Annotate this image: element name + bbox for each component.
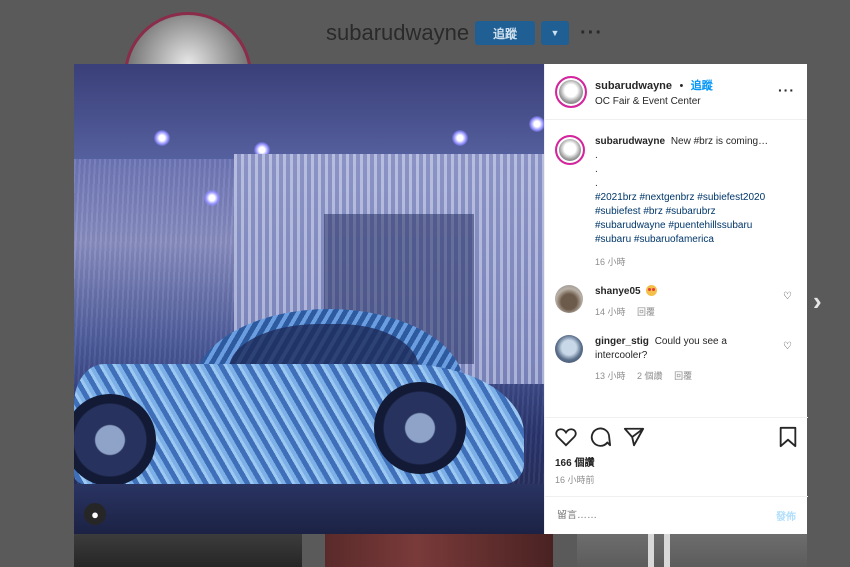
comment-username[interactable]: shanye05 bbox=[595, 286, 641, 297]
hashtag-line[interactable]: #subaru #subaruofamerica bbox=[595, 233, 768, 247]
post-caption: subarudwayne New #brz is coming… . . . #… bbox=[555, 135, 798, 269]
post-location[interactable]: OC Fair & Event Center bbox=[595, 96, 713, 107]
more-horizontal-icon[interactable]: ··· bbox=[580, 22, 603, 45]
avatar[interactable] bbox=[555, 285, 583, 313]
reply-button[interactable]: 回覆 bbox=[674, 371, 692, 381]
bookmark-icon[interactable] bbox=[778, 426, 798, 448]
grid-thumbnail[interactable] bbox=[325, 534, 553, 567]
profile-header: subarudwayne 追蹤 ▼ ··· bbox=[0, 0, 850, 140]
comment-body: ginger_stig Could you see a intercooler?… bbox=[595, 335, 745, 383]
post-sidebar: subarudwayne • 追蹤 OC Fair & Event Center… bbox=[544, 64, 808, 534]
photo-floor bbox=[74, 484, 544, 534]
comment-username[interactable]: ginger_stig bbox=[595, 336, 649, 347]
comments-list[interactable]: subarudwayne New #brz is coming… . . . #… bbox=[545, 121, 808, 417]
photo-light bbox=[529, 116, 544, 132]
photo-light bbox=[204, 190, 220, 206]
post-modal: ● subarudwayne • 追蹤 OC Fair & Event Cent… bbox=[74, 64, 808, 534]
comment-meta: 13 小時 2 個讚 回覆 bbox=[595, 369, 745, 383]
caption-dot: . bbox=[595, 164, 598, 175]
hashtag-line[interactable]: #subiefest #brz #subarubrz bbox=[595, 205, 768, 219]
add-comment-bar: 發佈 bbox=[545, 496, 808, 534]
caption-body: subarudwayne New #brz is coming… . . . #… bbox=[595, 135, 768, 269]
grid-thumbnail[interactable] bbox=[577, 534, 807, 567]
chevron-right-icon[interactable]: › bbox=[813, 286, 822, 317]
comment-time[interactable]: 13 小時 bbox=[595, 371, 626, 381]
heart-icon[interactable]: ♡ bbox=[783, 341, 792, 352]
photo-car-wheel bbox=[374, 382, 466, 474]
comment-meta: 14 小時 回覆 bbox=[595, 305, 745, 319]
action-icons bbox=[555, 426, 798, 448]
post-username[interactable]: subarudwayne bbox=[595, 80, 672, 92]
caption-text: New #brz is coming… bbox=[670, 136, 769, 147]
caption-time[interactable]: 16 小時 bbox=[595, 255, 768, 269]
follow-link[interactable]: 追蹤 bbox=[691, 80, 713, 92]
comment-item: shanye05 14 小時 回覆 ♡ bbox=[555, 285, 798, 319]
user-tag-icon[interactable]: ● bbox=[84, 503, 106, 525]
avatar[interactable] bbox=[555, 75, 587, 108]
post-photo[interactable]: ● bbox=[74, 64, 544, 534]
comment-likes[interactable]: 2 個讚 bbox=[637, 371, 663, 381]
likes-count[interactable]: 166 個讚 bbox=[555, 454, 798, 469]
caret-down-icon[interactable]: ▼ bbox=[541, 21, 569, 45]
avatar[interactable] bbox=[555, 135, 585, 165]
comment-body: shanye05 14 小時 回覆 bbox=[595, 285, 745, 319]
post-comment-button[interactable]: 發佈 bbox=[776, 508, 796, 523]
caption-dot: . bbox=[595, 178, 598, 189]
comment-item: ginger_stig Could you see a intercooler?… bbox=[555, 335, 798, 383]
comment-time[interactable]: 14 小時 bbox=[595, 307, 626, 317]
photo-ceiling bbox=[74, 64, 544, 159]
grid-thumbnail-content bbox=[640, 534, 680, 567]
heart-icon[interactable]: ♡ bbox=[783, 291, 792, 302]
avatar[interactable] bbox=[555, 335, 583, 363]
photo-light bbox=[154, 130, 170, 146]
more-horizontal-icon[interactable]: ··· bbox=[778, 82, 795, 98]
post-header-text: subarudwayne • 追蹤 OC Fair & Event Center bbox=[595, 76, 713, 107]
star-struck-emoji-icon bbox=[646, 285, 658, 296]
post-header: subarudwayne • 追蹤 OC Fair & Event Center… bbox=[545, 64, 807, 120]
comment-icon[interactable] bbox=[589, 426, 611, 448]
post-timestamp[interactable]: 16 小時前 bbox=[555, 473, 798, 486]
hashtag-line[interactable]: #2021brz #nextgenbrz #subiefest2020 bbox=[595, 191, 768, 205]
hashtag-line[interactable]: #subarudwayne #puentehillssubaru bbox=[595, 219, 768, 233]
profile-username: subarudwayne bbox=[326, 20, 470, 45]
heart-icon[interactable] bbox=[555, 427, 577, 447]
post-actions: 166 個讚 16 小時前 bbox=[545, 417, 808, 487]
share-icon[interactable] bbox=[623, 426, 645, 448]
separator-dot: • bbox=[679, 80, 684, 92]
reply-button[interactable]: 回覆 bbox=[637, 307, 655, 317]
grid-thumbnail[interactable] bbox=[74, 534, 302, 567]
caption-dot: . bbox=[595, 150, 598, 161]
profile-follow-button[interactable]: 追蹤 bbox=[475, 21, 535, 45]
comment-input[interactable] bbox=[557, 510, 776, 521]
caption-username[interactable]: subarudwayne bbox=[595, 136, 665, 147]
photo-light bbox=[452, 130, 468, 146]
